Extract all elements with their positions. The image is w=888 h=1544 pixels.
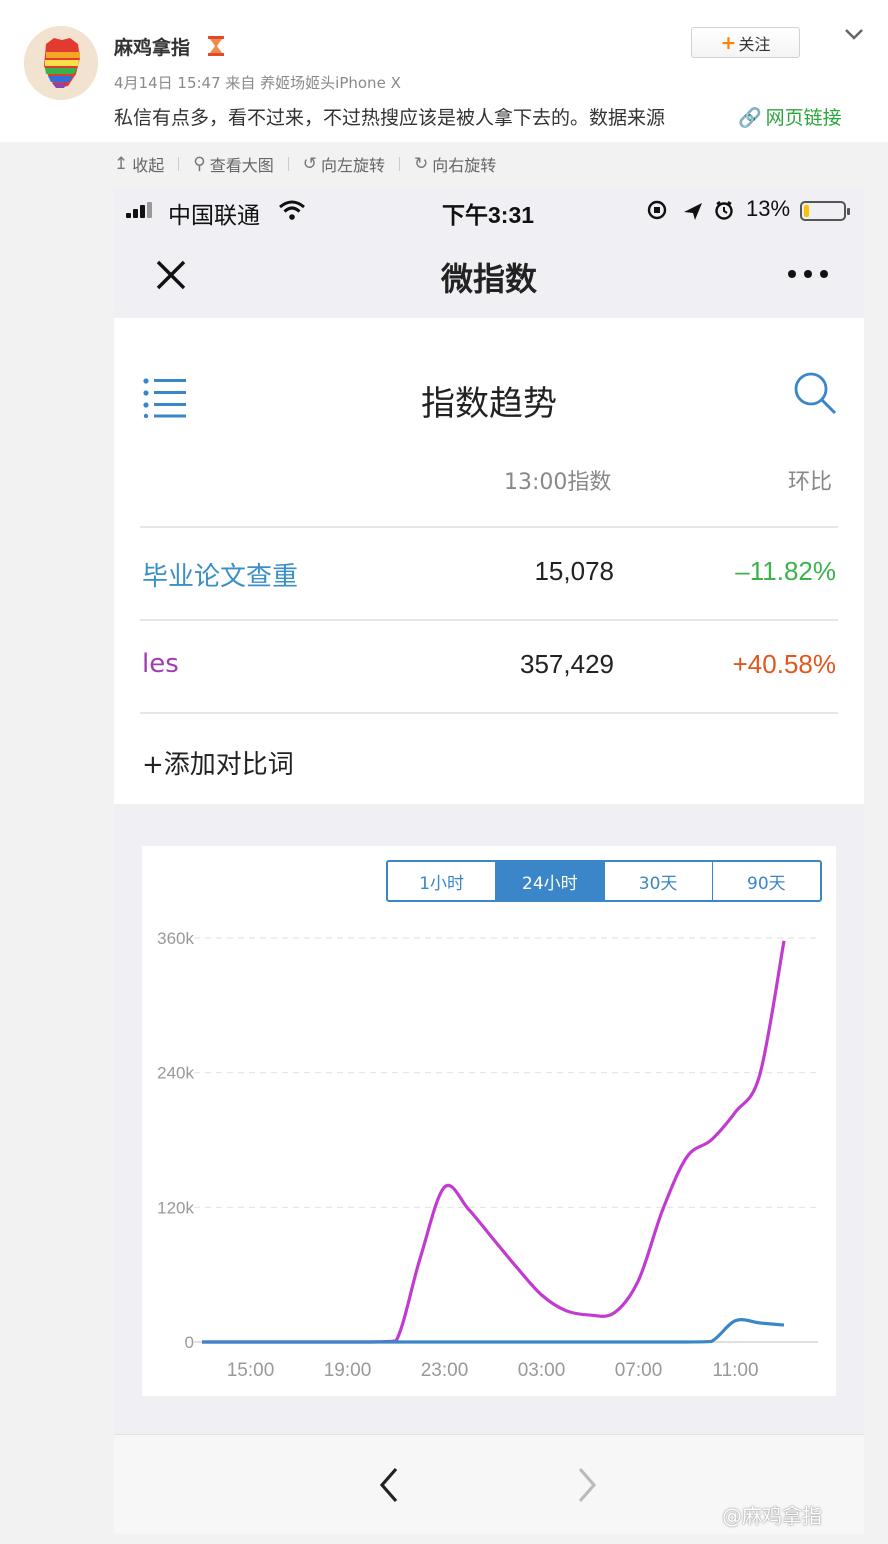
- series-line-0: [202, 940, 786, 1344]
- y-tick-label: 0: [185, 1333, 194, 1352]
- app-nav-bar: 微指数: [114, 232, 864, 316]
- x-tick-label: 23:00: [421, 1360, 469, 1381]
- divider: [399, 157, 400, 171]
- phone-screenshot[interactable]: 中国联通 下午3:31 13% 微指数 指数趋势 13:00指数 环比 毕业论文…: [114, 188, 864, 1534]
- divider: [178, 157, 180, 171]
- picture-toolbar: ↥ 收起 ⚲ 查看大图 ↺ 向左旋转 ↻ 向右旋转: [114, 151, 496, 177]
- follow-button[interactable]: + 关注: [691, 27, 800, 58]
- hourglass-badge-icon: [208, 36, 224, 56]
- rotate-left-button[interactable]: ↺ 向左旋转: [303, 152, 385, 176]
- index-trend-card: 指数趋势 13:00指数 环比 毕业论文查重 15,078 –11.82% le…: [114, 318, 864, 804]
- status-bar: 中国联通 下午3:31 13%: [114, 188, 864, 232]
- search-icon[interactable]: [792, 370, 838, 416]
- y-tick-label: 120k: [157, 1198, 194, 1217]
- status-indicators: [647, 200, 733, 220]
- series-line-1: [202, 1318, 785, 1344]
- y-tick-label: 240k: [157, 1064, 194, 1083]
- keyword-name[interactable]: 毕业论文查重: [142, 556, 298, 593]
- orientation-lock-icon: [647, 200, 667, 220]
- more-options-icon[interactable]: [786, 268, 830, 280]
- rotate-right-label: 向右旋转: [432, 156, 497, 175]
- chevron-down-icon[interactable]: [843, 26, 865, 42]
- rainbow-fist-avatar-image: [24, 26, 98, 100]
- signal-icon: [126, 202, 152, 218]
- web-link[interactable]: 🔗 网页链接: [738, 103, 842, 130]
- post-text: 私信有点多，看不过来，不过热搜应该是被人拿下去的。数据来源: [114, 107, 666, 129]
- keyword-change: –11.82%: [735, 556, 836, 586]
- x-tick-label: 19:00: [324, 1360, 372, 1381]
- battery-percent: 13%: [746, 196, 791, 221]
- wifi-icon: [279, 200, 305, 220]
- web-link-label: 网页链接: [765, 107, 842, 129]
- app-title: 微指数: [440, 260, 537, 298]
- weibo-post-header: 麻鸡拿指 4月14日 15:47 来自 养姬场姬头iPhone X 私信有点多，…: [0, 0, 888, 142]
- keyword-index-value: 15,078: [534, 556, 614, 586]
- forward-arrow-icon[interactable]: [574, 1465, 600, 1505]
- carrier-name: 中国联通: [168, 202, 260, 228]
- collapse-icon: ↥: [114, 154, 129, 174]
- battery-icon: [800, 201, 850, 221]
- status-time: 下午3:31: [442, 202, 535, 228]
- rotate-right-icon: ↻: [414, 154, 429, 174]
- x-tick-label: 15:00: [227, 1360, 275, 1381]
- link-icon: 🔗: [738, 107, 762, 129]
- trend-chart-card: 1小时 24小时 30天 90天 0 120k 240k 360k 15:00 19:00…: [142, 846, 836, 1396]
- card-title: 指数趋势: [421, 384, 557, 424]
- back-arrow-icon[interactable]: [376, 1465, 402, 1505]
- magnifier-icon: ⚲: [193, 154, 206, 174]
- keyword-row[interactable]: les 357,429 +40.58%: [114, 621, 864, 711]
- trend-line-chart[interactable]: 0 120k 240k 360k 15:00 19:00 23:00 03:00 07:00 11…: [142, 846, 836, 1396]
- post-meta: 4月14日 15:47 来自 养姬场姬头iPhone X: [114, 74, 401, 92]
- divider: [140, 712, 838, 714]
- column-header-change: 环比: [788, 470, 833, 495]
- plus-icon: +: [720, 31, 737, 54]
- add-compare-word-button[interactable]: +添加对比词: [142, 744, 294, 781]
- collapse-label: 收起: [132, 156, 165, 175]
- x-tick-label: 11:00: [712, 1360, 758, 1381]
- x-tick-label: 07:00: [615, 1360, 663, 1381]
- rotate-left-icon: ↺: [302, 154, 317, 174]
- user-avatar[interactable]: [24, 26, 98, 100]
- rotate-right-button[interactable]: ↻ 向右旋转: [414, 152, 496, 176]
- view-large-label: 查看大图: [209, 156, 274, 175]
- location-arrow-icon: [684, 203, 702, 220]
- column-header-index: 13:00指数: [504, 470, 612, 495]
- keyword-row[interactable]: 毕业论文查重 15,078 –11.82%: [114, 528, 864, 618]
- keyword-change: +40.58%: [732, 649, 836, 679]
- alarm-clock-icon: [715, 201, 733, 220]
- rotate-left-label: 向左旋转: [320, 156, 385, 175]
- keyword-index-value: 357,429: [520, 649, 614, 679]
- y-tick-label: 360k: [157, 929, 194, 948]
- keyword-name[interactable]: les: [142, 649, 179, 679]
- collapse-button[interactable]: ↥ 收起: [114, 152, 164, 176]
- view-large-button[interactable]: ⚲ 查看大图: [193, 152, 273, 176]
- x-tick-label: 03:00: [518, 1360, 566, 1381]
- divider: [287, 157, 289, 171]
- follow-label: 关注: [738, 34, 771, 54]
- weibo-watermark: @麻鸡拿指: [722, 1504, 822, 1528]
- user-name[interactable]: 麻鸡拿指: [114, 33, 190, 60]
